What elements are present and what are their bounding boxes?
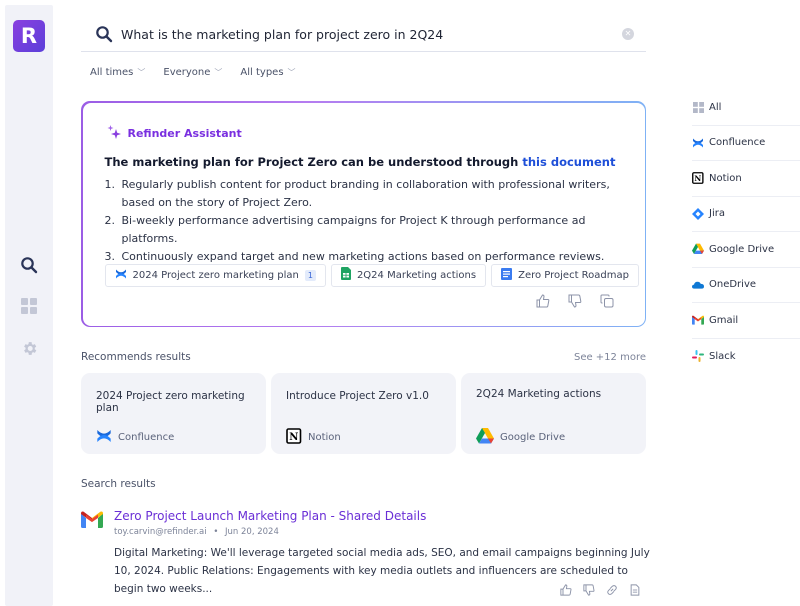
document-icon[interactable]	[629, 584, 641, 596]
filter-label: All types	[240, 67, 284, 78]
slack-icon	[692, 350, 704, 363]
recommend-source: Google Drive	[476, 428, 565, 447]
recommend-card[interactable]: 2Q24 Marketing actions Google Drive	[461, 373, 646, 454]
result-title-link[interactable]: Zero Project Launch Marketing Plan - Sha…	[114, 509, 426, 523]
citation-badge: 1	[304, 269, 316, 281]
source-filter-google-drive[interactable]: Google Drive	[692, 232, 800, 268]
see-more-link[interactable]: See +12 more	[574, 352, 646, 363]
search-results-heading: Search results	[81, 478, 156, 490]
source-filter-notion[interactable]: N Notion	[692, 161, 800, 197]
result-date: Jun 20, 2024	[225, 527, 279, 537]
source-chip[interactable]: 2024 Project zero marketing plan 1	[104, 263, 326, 287]
document-link[interactable]: this document	[522, 155, 615, 169]
notion-icon: N	[692, 172, 704, 185]
assistant-name: Refinder Assistant	[127, 126, 242, 140]
google-docs-icon	[501, 267, 513, 283]
assistant-header: Refinder Assistant	[107, 124, 242, 142]
source-filter-jira[interactable]: Jira	[692, 197, 800, 232]
notion-icon: N	[286, 428, 302, 447]
assistant-sources: 2024 Project zero marketing plan 1 2Q24 …	[104, 263, 639, 287]
result-actions	[560, 584, 641, 596]
recommend-source: Confluence	[96, 428, 174, 447]
list-item: 2. Bi-weekly performance advertising camp…	[104, 213, 586, 245]
thumbs-up-icon[interactable]	[535, 293, 551, 309]
source-filter-all[interactable]: All	[692, 90, 800, 126]
google-drive-icon	[692, 243, 704, 255]
confluence-icon	[115, 268, 127, 283]
svg-text:N: N	[289, 432, 298, 443]
recommend-title: 2Q24 Marketing actions	[476, 388, 602, 400]
search-icon	[93, 23, 115, 45]
chevron-down-icon: ﹀	[214, 68, 223, 77]
copy-icon[interactable]	[599, 293, 615, 309]
left-rail: R	[5, 5, 53, 606]
sparkles-icon	[107, 124, 122, 142]
assistant-answer-list: 1. Regularly publish content for product …	[105, 176, 625, 266]
search-input[interactable]	[121, 26, 622, 42]
result-author: toy.carvin@refinder.ai	[114, 527, 207, 537]
grid-icon	[692, 101, 704, 113]
source-chip[interactable]: Zero Project Roadmap	[491, 263, 639, 287]
source-filter-slack[interactable]: Slack	[692, 339, 800, 375]
source-filter-list: All Confluence N Notion Jira Google Driv…	[692, 90, 800, 374]
link-icon[interactable]	[606, 584, 618, 596]
filter-label: All times	[90, 67, 134, 78]
recommend-title: Introduce Project Zero v1.0	[286, 390, 429, 402]
filter-label: Everyone	[163, 67, 211, 78]
confluence-icon	[96, 428, 112, 447]
filter-time-dropdown[interactable]: All times ﹀	[90, 67, 145, 78]
thumbs-down-icon[interactable]	[583, 584, 595, 596]
jira-icon	[692, 207, 704, 220]
app-logo[interactable]: R	[13, 20, 45, 52]
google-drive-icon	[476, 428, 494, 447]
thumbs-up-icon[interactable]	[560, 584, 572, 596]
filter-type-dropdown[interactable]: All types ﹀	[240, 67, 295, 78]
source-filter-confluence[interactable]: Confluence	[692, 126, 800, 161]
list-item: 1. Regularly publish content for product …	[104, 177, 610, 209]
gmail-icon	[692, 314, 704, 326]
assistant-answer-title: The marketing plan for Project Zero can …	[104, 154, 616, 169]
gear-icon[interactable]	[19, 338, 39, 358]
svg-text:N: N	[694, 174, 701, 183]
filter-bar: All times ﹀ Everyone ﹀ All types ﹀	[90, 67, 296, 78]
confluence-icon	[692, 137, 704, 149]
chevron-down-icon: ﹀	[137, 68, 146, 77]
assistant-card: Refinder Assistant The marketing plan fo…	[81, 101, 646, 327]
gmail-icon	[81, 511, 105, 531]
source-chip[interactable]: 2Q24 Marketing actions	[330, 263, 487, 287]
result-meta: toy.carvin@refinder.ai • Jun 20, 2024	[114, 527, 279, 537]
search-icon[interactable]	[19, 255, 39, 275]
chevron-down-icon: ﹀	[287, 68, 296, 77]
clear-icon[interactable]: ✕	[622, 28, 634, 40]
assistant-actions	[535, 293, 615, 309]
recommend-title: 2024 Project zero marketing plan	[96, 390, 245, 414]
filter-people-dropdown[interactable]: Everyone ﹀	[163, 67, 222, 78]
recommend-card[interactable]: Introduce Project Zero v1.0 N Notion	[271, 373, 456, 454]
recommends-cards: 2024 Project zero marketing plan Conflue…	[81, 373, 646, 454]
recommend-source: N Notion	[286, 428, 341, 447]
onedrive-icon	[692, 279, 704, 291]
recommends-heading: Recommends results	[81, 351, 191, 363]
search-bar: ✕	[81, 17, 646, 52]
source-filter-gmail[interactable]: Gmail	[692, 303, 800, 339]
grid-icon[interactable]	[19, 296, 39, 316]
source-filter-onedrive[interactable]: OneDrive	[692, 268, 800, 303]
google-sheets-icon	[340, 267, 351, 283]
thumbs-down-icon[interactable]	[567, 293, 583, 309]
recommend-card[interactable]: 2024 Project zero marketing plan Conflue…	[81, 373, 266, 454]
